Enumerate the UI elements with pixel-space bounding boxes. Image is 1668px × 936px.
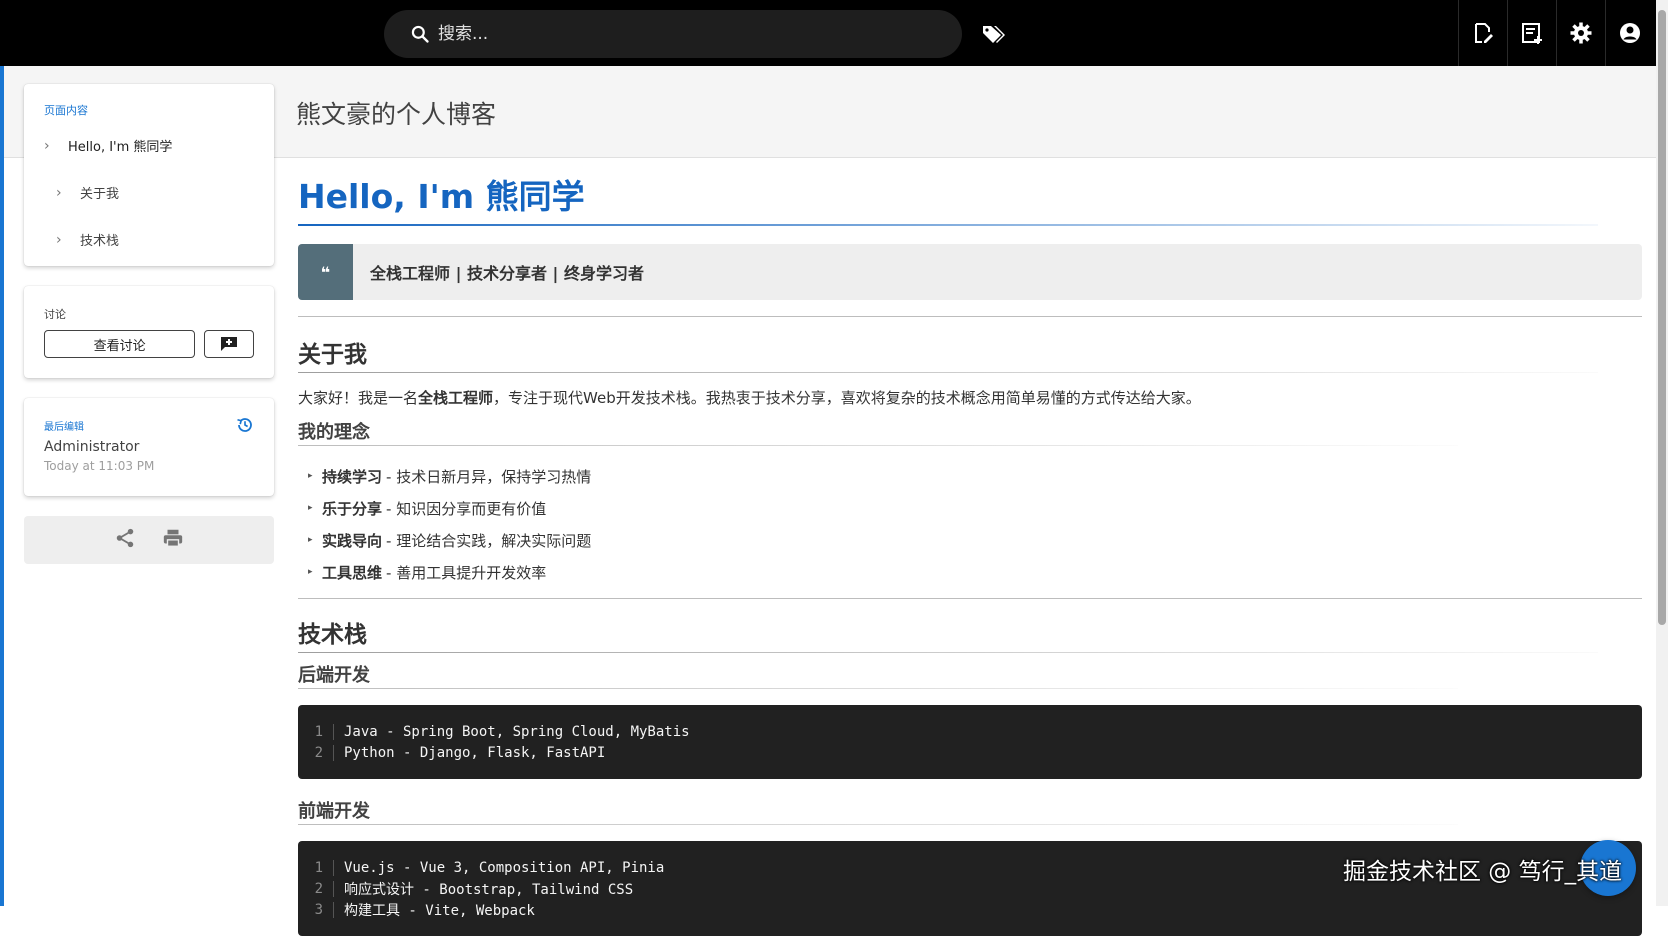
quote-icon: ❝ (298, 244, 353, 300)
search-icon (411, 25, 429, 43)
stack-heading: 技术栈 (298, 615, 1642, 653)
code-line: 3 构建工具 - Vite, Webpack (298, 899, 1642, 920)
history-icon (237, 418, 252, 432)
code-line: 1 Java - Spring Boot, Spring Cloud, MyBat… (298, 721, 1642, 742)
intro-bold: 全栈工程师 (418, 389, 494, 407)
print-button[interactable] (162, 527, 184, 553)
top-actions (1458, 0, 1654, 66)
left-accent-strip (0, 66, 4, 906)
intro-text-start: 大家好！我是一名 (298, 389, 419, 407)
code-line: 2 Python - Django, Flask, FastAPI (298, 742, 1642, 763)
account-button[interactable] (1605, 0, 1654, 66)
search-bar[interactable] (384, 10, 962, 58)
intro-paragraph: 大家好！我是一名全栈工程师，专注于现代Web开发技术栈。我热衷于技术分享，喜欢将… (298, 387, 1642, 408)
edit-page-icon (1475, 23, 1493, 43)
divider (298, 598, 1642, 599)
tags-icon (983, 26, 1005, 43)
share-icon (116, 528, 134, 548)
add-comment-icon (221, 337, 238, 351)
article-heading: Hello, I'm 熊同学 (298, 170, 1642, 226)
top-bar (0, 0, 1668, 66)
toc-item-hello[interactable]: › Hello, I'm 熊同学 (44, 136, 254, 156)
discussion-heading: 讨论 (44, 308, 66, 321)
toc-item-about[interactable]: › 关于我 (44, 183, 254, 203)
edit-page-button[interactable] (1458, 0, 1507, 66)
print-icon (163, 529, 183, 547)
watermark: 掘金技术社区 @ 笃行_其道 (1343, 859, 1623, 885)
bullet-icon: ▸ (308, 471, 313, 481)
scrollbar-thumb[interactable] (1658, 10, 1666, 625)
last-edit-time: Today at 11:03 PM (44, 459, 155, 473)
last-edit-user: Administrator (44, 439, 140, 455)
toc-item-label: Hello, I'm 熊同学 (68, 140, 173, 155)
list-item: ▸ 持续学习 - 技术日新月异，保持学习热情 (308, 467, 592, 486)
list-item: ▸ 实践导向 - 理论结合实践，解决实际问题 (308, 531, 592, 550)
search-input[interactable] (438, 24, 918, 44)
toc-card: 页面内容 › Hello, I'm 熊同学 › 关于我 › 技术栈 (24, 84, 274, 266)
chevron-right-icon: › (56, 231, 62, 248)
view-discussion-button[interactable]: 查看讨论 (44, 330, 196, 358)
new-page-icon (1522, 23, 1542, 44)
bullet-icon: ▸ (308, 535, 313, 545)
scrollbar[interactable] (1656, 0, 1668, 906)
toc-item-stack[interactable]: › 技术栈 (44, 230, 254, 250)
settings-button[interactable] (1556, 0, 1605, 66)
page-title: 熊文豪的个人博客 (296, 100, 497, 129)
last-edit-heading: 最后编辑 (44, 422, 84, 433)
gear-icon (1570, 22, 1592, 44)
philosophy-list: ▸ 持续学习 - 技术日新月异，保持学习热情 ▸ 乐于分享 - 知识因分享而更有价值 ▸… (298, 460, 1642, 588)
intro-text-end: ，专注于现代Web开发技术栈。我热衷于技术分享，喜欢将复杂的技术概念用简单易懂的… (493, 389, 1201, 407)
discussion-card: 讨论 查看讨论 (24, 286, 274, 378)
new-page-button[interactable] (1507, 0, 1556, 66)
tagline-quote: ❝ 全栈工程师 | 技术分享者 | 终身学习者 (298, 244, 1642, 300)
last-edit-card: 最后编辑 Administrator Today at 11:03 PM (24, 398, 274, 496)
list-item: ▸ 乐于分享 - 知识因分享而更有价值 (308, 499, 547, 518)
toc-item-label: 技术栈 (80, 234, 120, 249)
quote-text: 全栈工程师 | 技术分享者 | 终身学习者 (370, 264, 644, 283)
divider (298, 316, 1642, 317)
chevron-right-icon: › (44, 137, 50, 154)
toc-heading: 页面内容 (44, 104, 88, 117)
bullet-icon: ▸ (308, 503, 313, 513)
chevron-right-icon: › (56, 184, 62, 201)
backend-heading: 后端开发 (298, 661, 1642, 689)
sidebar: 页面内容 › Hello, I'm 熊同学 › 关于我 › 技术栈 讨论 查看讨… (24, 84, 274, 564)
about-heading: 关于我 (298, 335, 1642, 373)
philosophy-heading: 我的理念 (298, 418, 1642, 446)
toc-item-label: 关于我 (80, 187, 120, 202)
backend-code-block: 1 Java - Spring Boot, Spring Cloud, MyBat… (298, 705, 1642, 779)
article-content: Hello, I'm 熊同学 ❝ 全栈工程师 | 技术分享者 | 终身学习者 关… (298, 170, 1642, 936)
share-button[interactable] (114, 527, 136, 553)
bullet-icon: ▸ (308, 567, 313, 577)
add-comment-button[interactable] (204, 330, 254, 358)
share-bar (24, 516, 274, 564)
list-item: ▸ 工具思维 - 善用工具提升开发效率 (308, 563, 547, 582)
account-icon (1620, 23, 1640, 43)
tags-button[interactable] (978, 20, 1008, 48)
frontend-heading: 前端开发 (298, 797, 1642, 825)
history-button[interactable] (236, 416, 254, 438)
